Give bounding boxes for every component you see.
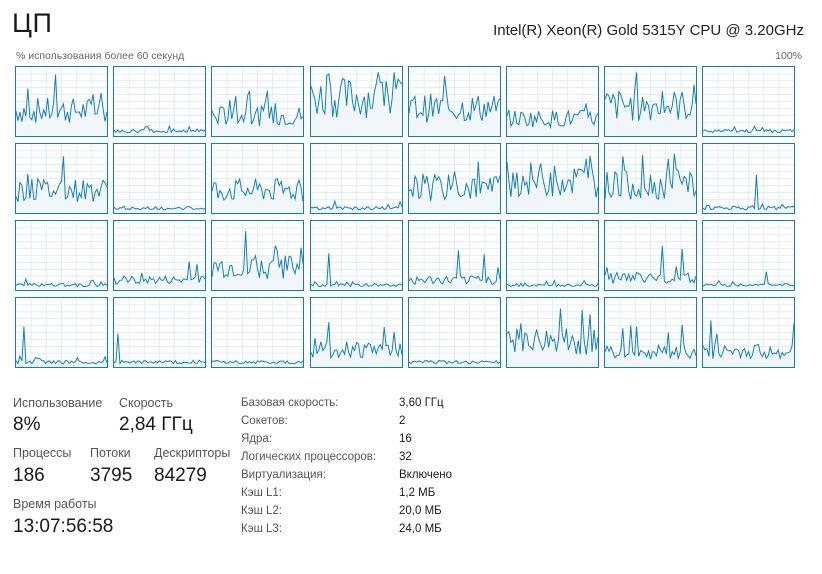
cpu-graph-trace (408, 67, 500, 136)
cpu-graph-trace (16, 67, 107, 136)
cpu-graph-cell[interactable] (407, 220, 501, 291)
cpu-graph-cell[interactable] (604, 297, 698, 368)
cpu-graph-cell[interactable] (211, 220, 305, 291)
cpu-graph-cell[interactable] (15, 297, 108, 368)
cpu-graph-trace (507, 298, 598, 367)
detail-label: Кэш L2: (241, 505, 282, 517)
cpu-graph-trace (408, 298, 500, 367)
processes-label: Процессы (13, 446, 72, 460)
detail-value: 24,0 МБ (399, 523, 442, 535)
graph-max-label: 100% (775, 50, 802, 62)
detail-label: Ядра: (241, 433, 273, 445)
cpu-graph-cell[interactable] (113, 297, 207, 368)
detail-label: Логических процессоров: (241, 451, 377, 463)
cpu-graph-cell[interactable] (407, 66, 501, 137)
cpu-graph-trace (605, 67, 697, 136)
cpu-graph-trace (703, 67, 795, 136)
cpu-graph-cell[interactable] (15, 143, 108, 214)
cpu-graph-cell[interactable] (15, 220, 108, 291)
cpu-graph-cell[interactable] (506, 220, 599, 291)
cpu-graph-trace (212, 67, 304, 136)
cpu-graph-trace (605, 144, 697, 213)
detail-value: Включено (399, 469, 453, 481)
cpu-graph-cell[interactable] (309, 66, 403, 137)
cpu-graph-cell[interactable] (702, 143, 796, 214)
cpu-graph-cell[interactable] (309, 220, 403, 291)
detail-value: 32 (399, 451, 412, 463)
handles-label: Дескрипторы (154, 446, 231, 460)
usage-label: Использование (13, 396, 103, 410)
detail-label: Сокетов: (241, 415, 288, 427)
threads-label: Потоки (90, 446, 131, 460)
cpu-graph-cell[interactable] (407, 143, 501, 214)
cpu-graph-trace (310, 298, 402, 367)
speed-label: Скорость (119, 396, 173, 410)
cpu-graph-cell[interactable] (211, 297, 305, 368)
cpu-graph-trace (408, 221, 500, 290)
detail-value: 16 (399, 433, 412, 445)
cpu-graph-cell[interactable] (407, 297, 501, 368)
detail-label: Виртуализация: (241, 469, 326, 481)
cpu-graph-cell[interactable] (113, 220, 207, 291)
detail-value: 3,60 ГГц (399, 397, 444, 409)
cpu-graph-trace (16, 298, 107, 367)
cpu-graph-trace (310, 221, 402, 290)
cpu-graph-cell[interactable] (113, 143, 207, 214)
cpu-graph-trace (114, 67, 206, 136)
cpu-graph-cell[interactable] (15, 66, 108, 137)
detail-value: 1,2 МБ (399, 487, 436, 499)
cpu-graph-trace (507, 221, 598, 290)
processes-value: 186 (13, 465, 45, 486)
cpu-graph-cell[interactable] (309, 143, 403, 214)
cpu-graph-cell[interactable] (211, 143, 305, 214)
detail-value: 2 (399, 415, 406, 427)
cpu-graph-trace (605, 221, 697, 290)
cpu-graph-cell[interactable] (506, 143, 599, 214)
cpu-graph-cell[interactable] (211, 66, 305, 137)
cpu-graph-cell[interactable] (506, 66, 599, 137)
usage-value: 8% (13, 414, 41, 435)
cpu-graph-trace (212, 221, 304, 290)
cpu-graph-trace (507, 67, 598, 136)
cpu-graph-trace (16, 221, 107, 290)
cpu-graph-trace (605, 298, 697, 367)
speed-value: 2,84 ГГц (119, 414, 193, 435)
logical-processor-graphs[interactable] (15, 66, 803, 369)
detail-value: 20,0 МБ (399, 505, 442, 517)
handles-value: 84279 (154, 465, 207, 486)
uptime-label: Время работы (13, 497, 97, 511)
detail-label: Кэш L1: (241, 487, 282, 499)
detail-label: Кэш L3: (241, 523, 282, 535)
cpu-graph-cell[interactable] (309, 297, 403, 368)
cpu-graph-cell[interactable] (702, 220, 796, 291)
cpu-graph-cell[interactable] (702, 297, 796, 368)
page-title: ЦП (12, 8, 53, 38)
cpu-graph-trace (408, 144, 500, 213)
cpu-graph-cell[interactable] (604, 143, 698, 214)
cpu-graph-cell[interactable] (506, 297, 599, 368)
cpu-graph-cell[interactable] (113, 66, 207, 137)
detail-label: Базовая скорость: (241, 397, 339, 409)
cpu-graph-trace (703, 144, 795, 213)
graph-caption: % использования более 60 секунд (16, 50, 185, 62)
cpu-graph-cell[interactable] (604, 66, 698, 137)
cpu-graph-trace (507, 144, 598, 213)
cpu-graph-trace (114, 144, 206, 213)
cpu-graph-trace (114, 298, 206, 367)
uptime-value: 13:07:56:58 (13, 516, 114, 537)
cpu-graph-trace (310, 67, 402, 136)
cpu-graph-trace (114, 221, 206, 290)
cpu-graph-trace (212, 298, 304, 367)
cpu-graph-cell[interactable] (702, 66, 796, 137)
cpu-graph-trace (703, 298, 795, 367)
threads-value: 3795 (90, 465, 133, 486)
cpu-graph-trace (310, 144, 402, 213)
cpu-model-name: Intel(R) Xeon(R) Gold 5315Y CPU @ 3.20GH… (493, 22, 804, 39)
cpu-graph-trace (16, 144, 107, 213)
cpu-graph-trace (703, 221, 795, 290)
cpu-graph-cell[interactable] (604, 220, 698, 291)
cpu-graph-trace (212, 144, 304, 213)
